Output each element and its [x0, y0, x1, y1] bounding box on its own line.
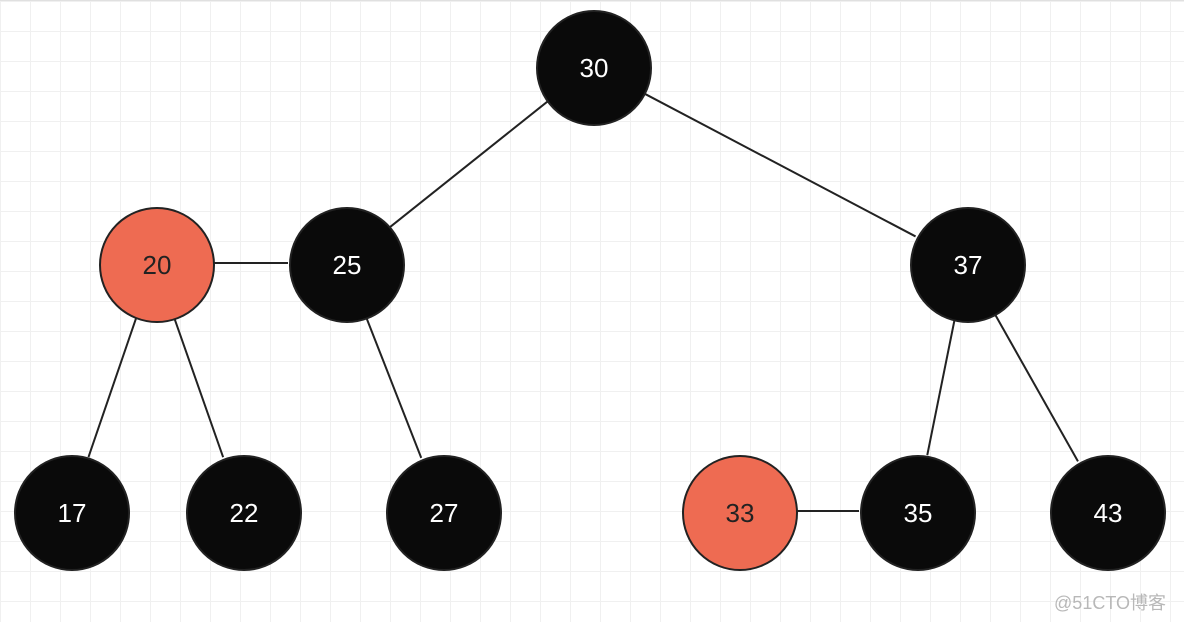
- tree-node-17: 17: [14, 455, 130, 571]
- tree-node-35: 35: [860, 455, 976, 571]
- tree-node-22: 22: [186, 455, 302, 571]
- edge-20-17: [88, 317, 136, 457]
- edge-30-25: [390, 102, 548, 228]
- edge-25-27: [366, 316, 421, 458]
- tree-node-33: 33: [682, 455, 798, 571]
- edge-20-22: [174, 317, 223, 457]
- tree-node-37: 37: [910, 207, 1026, 323]
- tree-node-30: 30: [536, 10, 652, 126]
- tree-node-43: 43: [1050, 455, 1166, 571]
- watermark: @51CTO博客: [1054, 589, 1166, 615]
- tree-node-25: 25: [289, 207, 405, 323]
- tree-node-20: 20: [99, 207, 215, 323]
- edge-30-37: [642, 93, 915, 237]
- tree-node-27: 27: [386, 455, 502, 571]
- edge-37-43: [994, 313, 1078, 462]
- edge-37-35: [927, 319, 954, 455]
- diagram-canvas: 30 25 20 37 17 22 27 35 33 43 @51CTO博客: [0, 0, 1184, 622]
